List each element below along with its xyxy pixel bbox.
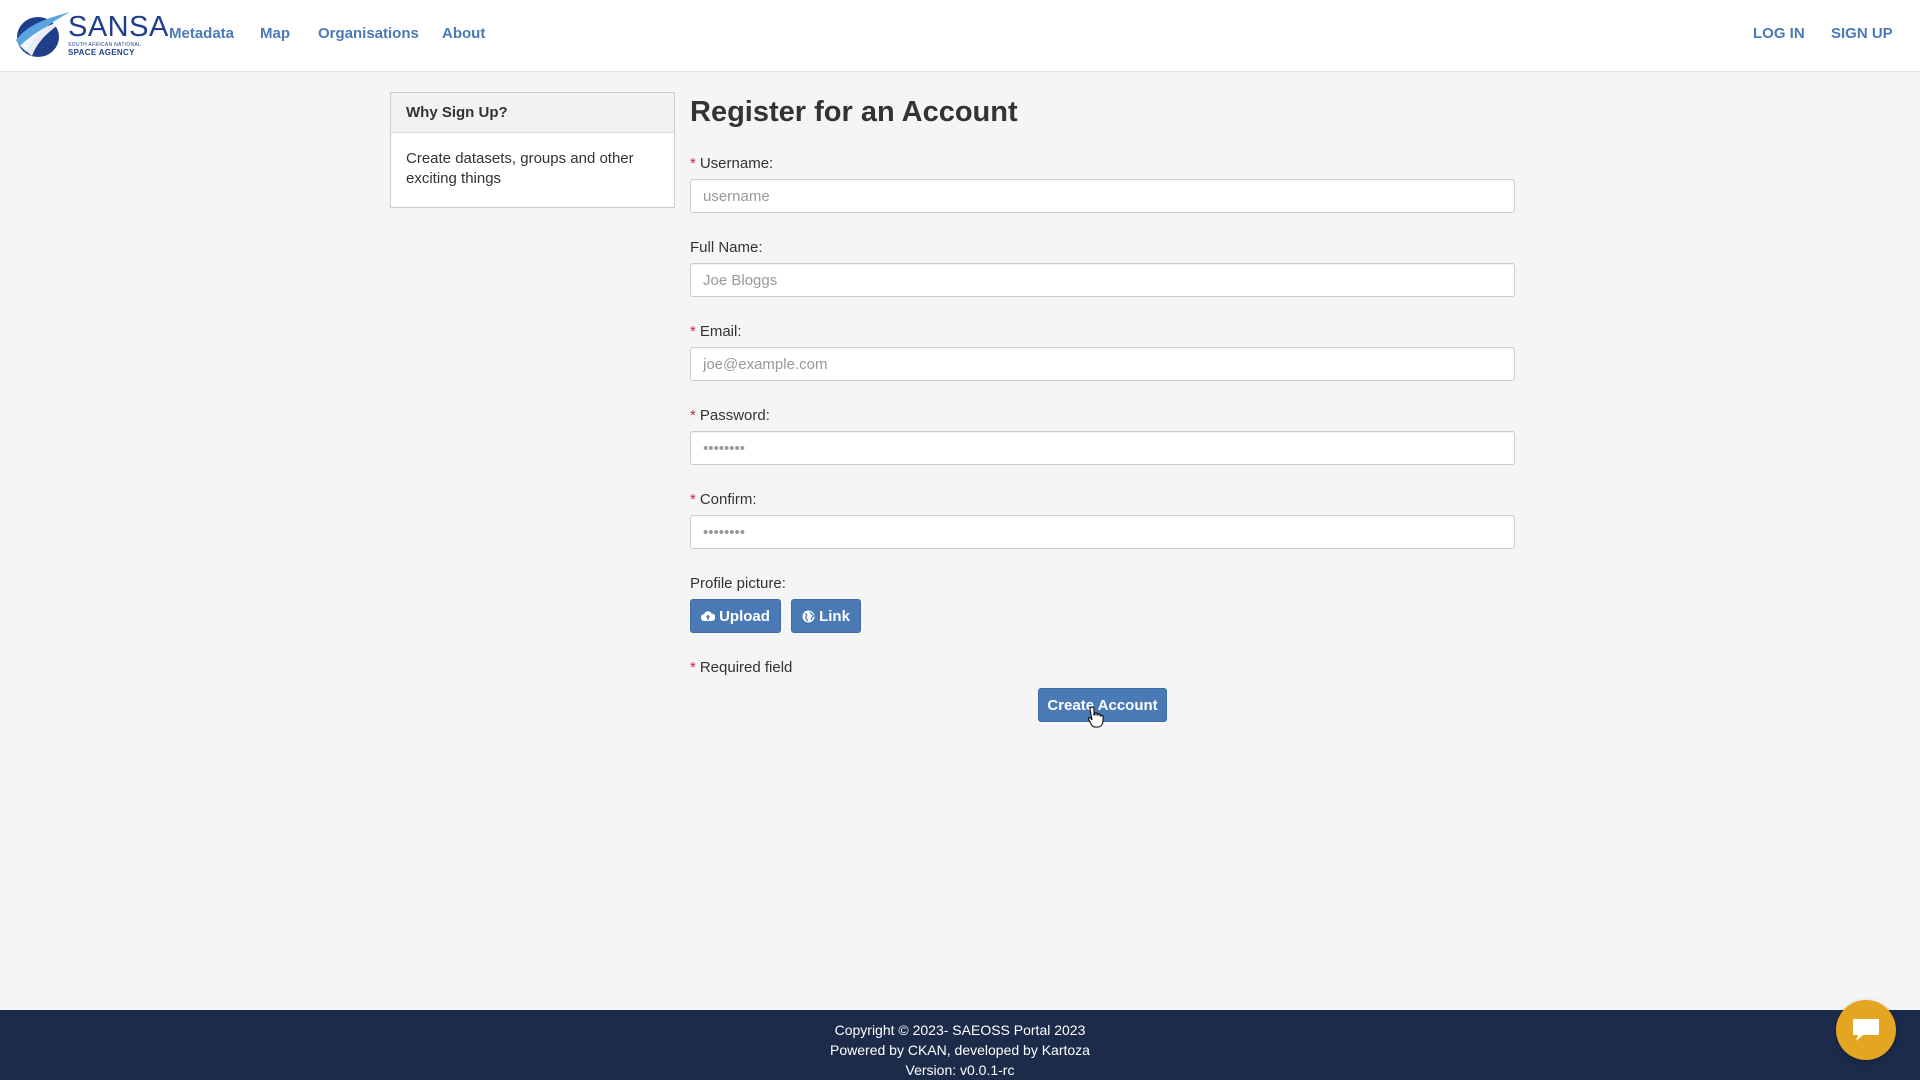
login-link[interactable]: LOG IN	[1753, 24, 1805, 44]
required-asterisk: *	[690, 155, 696, 172]
chat-bubble-icon	[1853, 1019, 1879, 1041]
fullname-label: Full Name:	[690, 238, 763, 258]
required-asterisk: *	[690, 659, 696, 676]
hand-cursor-icon	[1087, 706, 1104, 728]
password-label: * Password:	[690, 406, 770, 426]
username-input[interactable]	[690, 179, 1515, 213]
sansa-swoosh-icon	[16, 12, 70, 57]
email-input[interactable]	[690, 347, 1515, 381]
confirm-input[interactable]	[690, 515, 1515, 549]
email-label: * Email:	[690, 322, 742, 342]
required-asterisk: *	[690, 491, 696, 508]
footer-powered-by: Powered by CKAN, developed by Kartoza	[830, 1042, 1090, 1058]
signup-link[interactable]: SIGN UP	[1831, 24, 1893, 44]
logo-text: SANSA SOUTH AFRICAN NATIONAL SPACE AGENC…	[68, 12, 169, 57]
username-label: * Username:	[690, 154, 773, 174]
chat-widget-button[interactable]	[1836, 1000, 1896, 1060]
fullname-label-text: Full Name:	[690, 239, 763, 256]
confirm-label: * Confirm:	[690, 490, 757, 510]
profile-picture-label: Profile picture:	[690, 575, 786, 592]
page-title: Register for an Account	[690, 96, 1018, 128]
nav-organisations[interactable]: Organisations	[318, 24, 419, 44]
upload-button-label: Upload	[719, 607, 770, 625]
logo-wordmark: SANSA	[68, 11, 169, 43]
link-button[interactable]: Link	[791, 599, 861, 633]
fullname-input[interactable]	[690, 263, 1515, 297]
sidebar-body-text: Create datasets, groups and other exciti…	[406, 150, 634, 187]
sansa-logo[interactable]: SANSA SOUTH AFRICAN NATIONAL SPACE AGENC…	[14, 10, 168, 60]
nav-metadata[interactable]: Metadata	[169, 24, 234, 44]
upload-button[interactable]: Upload	[690, 599, 781, 633]
password-label-text: Password:	[699, 407, 770, 424]
footer-version: Version: v0.0.1-rc	[905, 1062, 1015, 1078]
footer-copyright: Copyright © 2023- SAEOSS Portal 2023	[834, 1022, 1086, 1038]
nav-map[interactable]: Map	[260, 24, 290, 44]
required-field-text: Required field	[699, 659, 793, 676]
cloud-upload-icon	[701, 611, 716, 622]
site-footer: Copyright © 2023- SAEOSS Portal 2023 Pow…	[0, 1010, 1920, 1080]
link-button-label: Link	[819, 607, 850, 625]
password-input[interactable]	[690, 431, 1515, 465]
why-signup-panel: Why Sign Up? Create datasets, groups and…	[390, 92, 675, 208]
email-label-text: Email:	[699, 323, 742, 340]
logo-subtitle-2: SPACE AGENCY	[68, 48, 135, 57]
site-header: SANSA SOUTH AFRICAN NATIONAL SPACE AGENC…	[0, 0, 1920, 72]
sidebar-heading: Why Sign Up?	[391, 93, 674, 133]
required-field-note: * Required field	[690, 658, 792, 678]
confirm-label-text: Confirm:	[699, 491, 757, 508]
required-asterisk: *	[690, 407, 696, 424]
globe-icon	[802, 610, 815, 622]
nav-about[interactable]: About	[442, 24, 485, 44]
username-label-text: Username:	[699, 155, 774, 172]
required-asterisk: *	[690, 323, 696, 340]
